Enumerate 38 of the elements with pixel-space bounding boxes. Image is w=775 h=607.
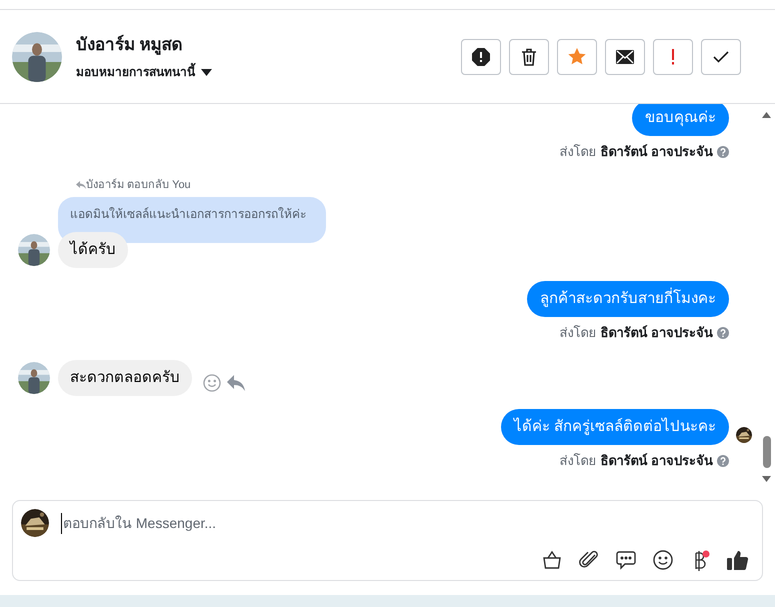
sender-name: ธิดารัตน์ อาจประจัน bbox=[600, 325, 713, 341]
message-bubble: ได้ครับ bbox=[58, 232, 128, 268]
message-bubble: ขอบคุณค่ะ bbox=[632, 104, 729, 136]
scroll-down-arrow[interactable] bbox=[762, 476, 771, 482]
chat-icon[interactable] bbox=[616, 550, 636, 570]
reply-icon bbox=[76, 181, 86, 189]
smiley-icon[interactable] bbox=[653, 550, 673, 570]
message-bubble: ลูกค้าสะดวกรับสายกี่โมงคะ bbox=[527, 281, 729, 317]
contact-name: บังอาร์ม หมูสด bbox=[76, 34, 184, 57]
scrollbar-thumb[interactable] bbox=[762, 436, 770, 468]
toolbar-button[interactable] bbox=[701, 38, 741, 74]
sender-name: ธิดารัตน์ อาจประจัน bbox=[600, 453, 713, 469]
envelope-icon bbox=[616, 50, 634, 64]
assign-dropdown[interactable]: มอบหมายการสนทนานี้ bbox=[76, 63, 212, 82]
sender-name: ธิดารัตน์ อาจประจัน bbox=[600, 144, 713, 160]
caret-icon bbox=[201, 68, 212, 76]
report-icon bbox=[472, 48, 490, 66]
help-icon[interactable] bbox=[717, 327, 729, 339]
sent-by-label: ส่งโดย bbox=[559, 144, 596, 160]
thumbs-up-icon[interactable] bbox=[727, 550, 749, 570]
toolbar-button[interactable] bbox=[509, 38, 549, 74]
message-bubble: ได้ค่ะ สักครู่เซลล์ติดต่อไปนะคะ bbox=[500, 409, 729, 445]
trash-icon bbox=[521, 48, 537, 66]
toolbar-button[interactable] bbox=[461, 38, 501, 74]
paperclip-icon[interactable] bbox=[579, 550, 599, 570]
help-icon[interactable] bbox=[717, 146, 729, 158]
sent-by-label: ส่งโดย bbox=[559, 325, 596, 341]
reply-field[interactable]: ตอบกลับใน Messenger... bbox=[61, 512, 762, 534]
scroll-up-arrow[interactable] bbox=[762, 112, 771, 118]
message-bubble: สะดวกตลอดครับ bbox=[58, 360, 192, 396]
reply-context: บังอาร์ม ตอบกลับ You bbox=[86, 179, 191, 191]
bag-icon[interactable] bbox=[542, 550, 562, 570]
reply-icon[interactable] bbox=[227, 375, 245, 391]
sent-by-label: ส่งโดย bbox=[559, 453, 596, 469]
help-icon[interactable] bbox=[717, 455, 729, 467]
exclamation-icon bbox=[671, 48, 675, 64]
check-icon bbox=[713, 50, 729, 62]
toolbar-button[interactable] bbox=[605, 38, 645, 74]
